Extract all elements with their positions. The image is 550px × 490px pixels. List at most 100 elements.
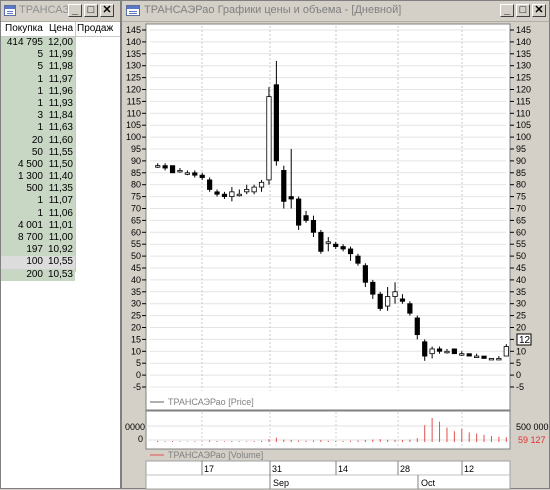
bid-quantity: 500 (26, 183, 43, 195)
order-book-row[interactable]: 20 11,60 (1, 134, 120, 147)
candle-body (229, 191, 235, 197)
order-book-row[interactable]: 4 500 11,50 (1, 158, 120, 172)
order-book-row[interactable]: 1 11,07 (1, 195, 120, 208)
bid-quantity: 1 (37, 122, 43, 134)
order-book-row[interactable]: 1 11,93 (1, 97, 120, 111)
candle-body (333, 243, 339, 247)
candle-body (214, 191, 220, 195)
minimize-button[interactable]: _ (68, 4, 82, 17)
price-tick-label-left: 75 (131, 192, 141, 202)
price-tick-label-right: 85 (516, 168, 526, 178)
price-tick-label-right: 40 (516, 275, 526, 285)
x-month-label: Oct (421, 478, 436, 488)
candle-body (362, 265, 368, 283)
price-tick-label-left: 145 (126, 25, 141, 35)
bid-price: 11,63 (48, 122, 73, 134)
price-tick-label-left: 130 (126, 61, 141, 71)
minimize-icon: _ (503, 4, 511, 16)
candle-body (184, 172, 190, 175)
candle-body (244, 189, 250, 193)
candle-body (474, 355, 480, 358)
bid-quantity: 200 (26, 268, 43, 280)
chart-titlebar[interactable]: ТРАНСАЭРао Графики цены и объема - [Днев… (122, 1, 549, 22)
bid-quantity: 1 (37, 195, 43, 207)
bid-price: 11,97 (48, 73, 73, 85)
maximize-button[interactable]: □ (84, 4, 98, 17)
candle-body (392, 291, 398, 297)
volume-pane[interactable] (145, 410, 511, 450)
price-tick-label-left: -5 (133, 382, 141, 392)
order-book-row[interactable]: 5 11,99 (1, 49, 120, 62)
order-book-row[interactable]: 1 11,97 (1, 73, 120, 86)
chart-canvas[interactable]: 1451401351301251201151101051009590858075… (122, 22, 550, 490)
column-header-buy[interactable]: Покупка (5, 23, 43, 34)
price-legend: ТРАНСАЭРао [Price] (168, 397, 254, 407)
bid-price: 10,55 (47, 256, 73, 268)
price-tick-label-right: 65 (516, 215, 526, 225)
bid-quantity: 1 (37, 85, 43, 97)
candle-body (488, 358, 495, 361)
bid-quantity: 414 795 (6, 37, 43, 48)
candle-body (377, 293, 383, 309)
price-tick-label-right: 70 (516, 204, 526, 214)
order-book-row[interactable]: 200 10,53 (1, 268, 120, 281)
order-book-row[interactable]: 1 11,06 (1, 207, 120, 220)
candle-body (221, 193, 228, 198)
candle-body (155, 165, 161, 168)
order-book-row[interactable]: 5 11,98 (1, 61, 120, 74)
price-tick-label-right: 90 (516, 156, 526, 166)
order-book-row[interactable]: 197 10,92 (1, 244, 120, 257)
minimize-button[interactable]: _ (500, 4, 514, 17)
price-tick-label-left: 20 (131, 323, 141, 333)
price-tick-label-right: 140 (516, 37, 531, 47)
price-tick-label-left: 70 (131, 204, 141, 214)
price-tick-label-right: 55 (516, 239, 526, 249)
candle-body (236, 193, 242, 197)
candle-body (429, 348, 435, 355)
candle-body (503, 346, 509, 357)
candle (207, 177, 213, 192)
order-book-row[interactable]: 8 700 11,00 (1, 232, 120, 245)
candle (466, 353, 472, 357)
price-tick-label-left: 105 (126, 120, 141, 130)
order-book-row[interactable]: 1 11,96 (1, 85, 120, 98)
order-book-row[interactable]: 500 11,35 (1, 183, 120, 196)
order-book-row[interactable]: 1 11,63 (1, 122, 120, 135)
price-tick-label-right: 10 (516, 346, 526, 356)
candle-body (347, 248, 354, 255)
candle-body (459, 353, 465, 356)
price-tick-label-right: 25 (516, 311, 526, 321)
price-tick-label-left: 30 (131, 299, 141, 309)
price-tick-label-right: 75 (516, 192, 526, 202)
price-tick-label-right: 100 (516, 132, 531, 142)
order-book-row[interactable]: 3 11,84 (1, 110, 120, 123)
candle-body (399, 298, 406, 302)
order-book-row[interactable]: 1 300 11,40 (1, 171, 120, 184)
price-tick-label-left: 80 (131, 180, 141, 190)
order-book-row[interactable]: 414 795 12,00 (1, 37, 120, 50)
maximize-button[interactable]: □ (516, 4, 530, 17)
candle (169, 165, 176, 174)
x-day-label: 14 (338, 464, 348, 474)
bid-quantity: 4 500 (17, 158, 43, 170)
column-header-price[interactable]: Цена (49, 23, 73, 34)
volume-y-tick-right: 500 000 (516, 422, 549, 432)
close-button[interactable]: ✕ (100, 4, 114, 17)
price-tick-label-left: 120 (126, 85, 141, 95)
order-book-row[interactable]: 100 10,55 (1, 256, 120, 269)
price-tick-label-left: 10 (131, 346, 141, 356)
bid-quantity: 5 (37, 49, 43, 61)
price-tick-label-right: -5 (516, 382, 524, 392)
order-book-row[interactable]: 4 001 11,01 (1, 219, 120, 232)
bid-price: 11,60 (48, 134, 73, 146)
order-book-row[interactable]: 50 11,55 (1, 146, 120, 159)
close-button[interactable]: ✕ (532, 4, 546, 17)
order-book-titlebar[interactable]: ТРАНСАЗ _ □ ✕ (1, 1, 120, 22)
minimize-icon: _ (71, 4, 79, 16)
price-tick-label-right: 110 (516, 108, 530, 118)
price-tick-label-right: 95 (516, 144, 526, 154)
price-tick-label-left: 0 (136, 370, 141, 380)
candle (377, 291, 383, 311)
order-book-header: Покупка Цена Продаж (1, 22, 120, 37)
column-header-sell[interactable]: Продаж (77, 23, 113, 34)
